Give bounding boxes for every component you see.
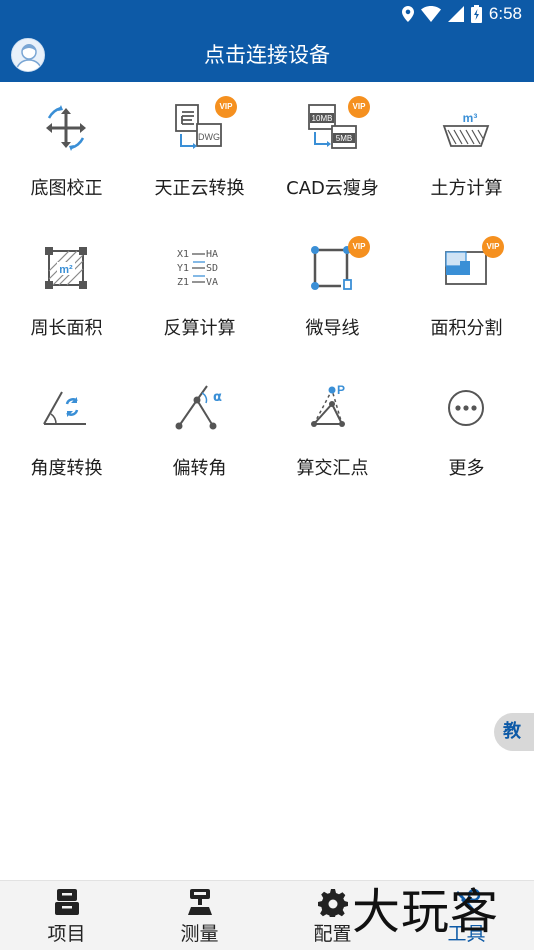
area-unit-text: m² [59, 264, 73, 276]
vip-badge: VIP [348, 96, 370, 118]
page-title[interactable]: 点击连接设备 [0, 28, 534, 82]
tab-label: 项目 [47, 923, 86, 945]
tool-cad-cloud-slim[interactable]: 10MB 5MB VIP CAD云瘦身 [266, 82, 399, 222]
tool-intersection-point[interactable]: P 算交汇点 [266, 362, 399, 502]
svg-text:X1: X1 [177, 249, 189, 260]
vip-badge: VIP [215, 96, 237, 118]
wifi-icon [420, 6, 441, 22]
tutorial-pull-tab[interactable]: 教 [494, 713, 534, 751]
vip-badge: VIP [348, 236, 370, 258]
tool-more[interactable]: 更多 [400, 362, 533, 502]
svg-text:Y1: Y1 [177, 263, 189, 274]
battery-icon [470, 5, 482, 23]
tool-label: 底图校正 [30, 178, 103, 199]
tool-label: 反算计算 [163, 318, 236, 339]
svg-text:VA: VA [206, 277, 218, 288]
status-bar: 6:58 [0, 0, 534, 28]
size-to-text: 5MB [336, 134, 352, 143]
more-icon [440, 382, 492, 434]
signal-icon [447, 6, 464, 22]
dwg-convert-icon: DWG VIP [173, 96, 237, 154]
alpha-text: α [213, 390, 222, 405]
angle-convert-icon [40, 382, 92, 434]
tool-area-split[interactable]: VIP 面积分割 [400, 222, 533, 362]
volume-icon: m³ [440, 102, 492, 154]
tool-label: 偏转角 [172, 458, 227, 479]
intersection-icon: P [306, 382, 358, 434]
dwg-text: DWG [198, 132, 220, 142]
deflection-icon: α [173, 382, 225, 434]
tab-survey[interactable]: 测量 [133, 881, 266, 950]
tool-earthwork-calc[interactable]: m³ 土方计算 [400, 82, 533, 222]
bottom-tab-bar: 项目 测量 配置 工具 [0, 880, 534, 950]
status-time: 6:58 [488, 4, 522, 23]
svg-text:HA: HA [206, 249, 218, 260]
tools-icon [452, 887, 482, 917]
tool-micro-guide-line[interactable]: VIP 微导线 [266, 222, 399, 362]
tool-label: 角度转换 [30, 458, 103, 479]
tool-label: 土方计算 [430, 178, 503, 199]
tool-tianzheng-cloud-convert[interactable]: DWG VIP 天正云转换 [133, 82, 266, 222]
volume-unit-text: m³ [463, 111, 478, 125]
tool-deflection-angle[interactable]: α 偏转角 [133, 362, 266, 502]
tab-config[interactable]: 配置 [266, 881, 399, 950]
tab-label: 配置 [313, 923, 352, 945]
svg-text:SD: SD [206, 263, 218, 274]
survey-icon [185, 887, 215, 917]
inverse-calc-icon: X1 HA Y1 SD Z1 VA [173, 242, 225, 294]
point-p-text: P [337, 383, 345, 397]
file-size-icon: 10MB 5MB VIP [306, 96, 370, 154]
size-from-text: 10MB [312, 114, 333, 123]
tool-base-map-calibrate[interactable]: 底图校正 [0, 82, 133, 222]
tool-label: 面积分割 [430, 318, 503, 339]
tool-inverse-calc[interactable]: X1 HA Y1 SD Z1 VA 反算计算 [133, 222, 266, 362]
area-icon: m² [40, 242, 92, 294]
tool-label: 周长面积 [30, 318, 103, 339]
tool-label: 微导线 [305, 318, 360, 339]
tool-label: 算交汇点 [296, 458, 369, 479]
app-bar: 点击连接设备 [0, 28, 534, 82]
tab-label: 测量 [180, 923, 219, 945]
tab-project[interactable]: 项目 [0, 881, 133, 950]
tab-tools[interactable]: 工具 [400, 881, 533, 950]
project-icon [52, 887, 82, 917]
location-icon [401, 6, 414, 22]
tool-label: 天正云转换 [154, 178, 245, 199]
area-split-icon: VIP [440, 236, 504, 294]
tab-label: 工具 [447, 923, 486, 945]
tool-label: 更多 [448, 458, 485, 479]
tool-perimeter-area[interactable]: m² 周长面积 [0, 222, 133, 362]
tool-angle-convert[interactable]: 角度转换 [0, 362, 133, 502]
gear-icon [318, 887, 348, 920]
svg-text:Z1: Z1 [177, 277, 189, 288]
tool-label: CAD云瘦身 [286, 178, 379, 199]
move-rotate-icon [40, 102, 92, 154]
status-icons: 6:58 [401, 3, 522, 25]
traverse-icon: VIP [306, 236, 370, 294]
vip-badge: VIP [482, 236, 504, 258]
